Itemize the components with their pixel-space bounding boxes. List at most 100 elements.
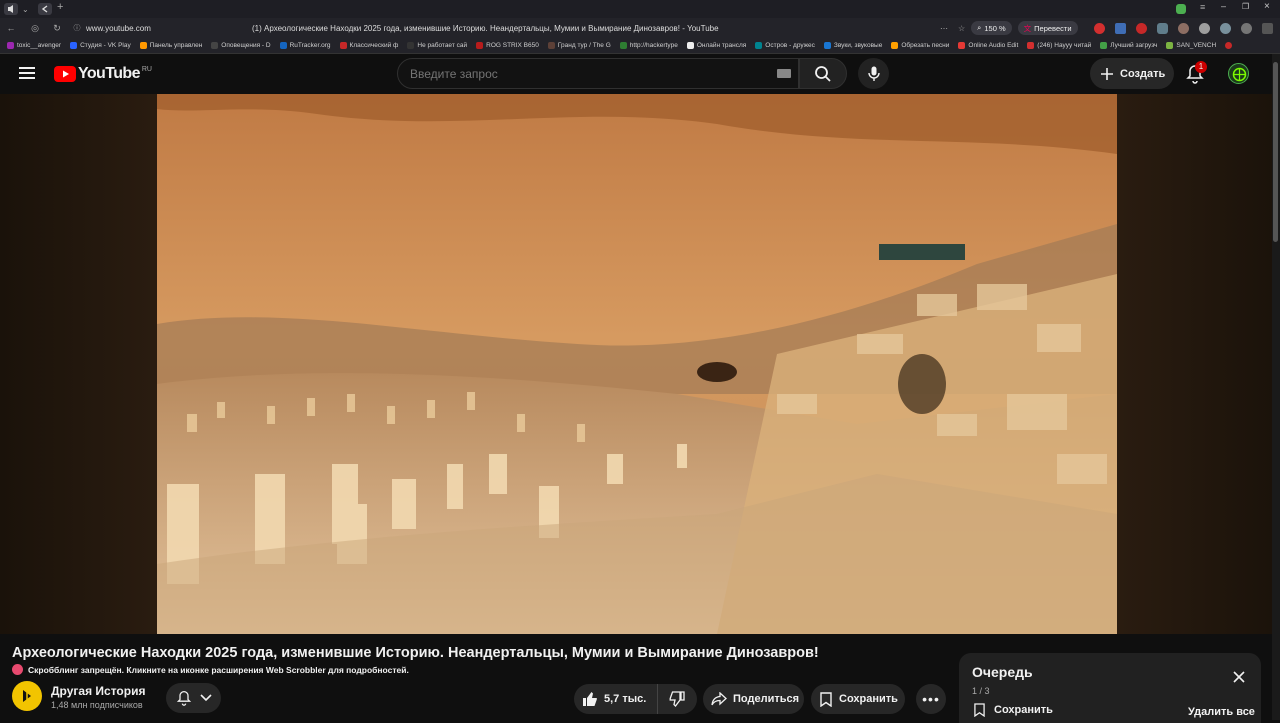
scrollbar-thumb[interactable] bbox=[1273, 62, 1278, 242]
share-label: Поделиться bbox=[733, 693, 800, 705]
youtube-logo[interactable]: YouTube RU bbox=[54, 65, 152, 83]
pinned-tab[interactable] bbox=[38, 3, 52, 15]
share-button[interactable]: Поделиться bbox=[703, 684, 804, 714]
bookmark-item[interactable]: (246) Наууу читай bbox=[1027, 42, 1091, 49]
url-text[interactable]: www.youtube.com bbox=[86, 24, 236, 33]
site-info-icon[interactable]: ⓘ bbox=[70, 21, 84, 35]
bookmark-star-icon[interactable]: ☆ bbox=[958, 24, 965, 33]
subscription-bell-button[interactable] bbox=[166, 683, 221, 713]
close-icon bbox=[1233, 671, 1245, 683]
hamburger-menu-icon[interactable] bbox=[19, 66, 35, 80]
create-button[interactable]: Создать bbox=[1090, 58, 1174, 89]
more-dots-icon[interactable]: ⋯ bbox=[940, 24, 948, 33]
restore-icon[interactable]: ❐ bbox=[1242, 2, 1249, 11]
plus-icon bbox=[1101, 67, 1113, 80]
extension-icon-7[interactable] bbox=[1219, 22, 1231, 34]
reload-icon[interactable]: ↻ bbox=[50, 21, 64, 35]
speaker-tab-icon[interactable] bbox=[4, 3, 18, 15]
bookmark-label: Классический ф bbox=[349, 42, 399, 49]
dislike-button[interactable] bbox=[658, 684, 696, 714]
microphone-icon bbox=[867, 66, 880, 81]
bookmark-item[interactable]: Обрезать песни bbox=[891, 42, 949, 49]
bookmark-item[interactable]: Панель управлен bbox=[139, 42, 202, 49]
bookmark-overflow-icon[interactable] bbox=[1225, 42, 1235, 49]
desert-temple-ruins-image bbox=[157, 94, 1117, 634]
new-tab-plus-icon[interactable]: + bbox=[57, 1, 63, 13]
save-button[interactable]: Сохранить bbox=[811, 684, 905, 714]
youtube-play-logo-icon bbox=[54, 66, 76, 82]
more-actions-button[interactable]: ••• bbox=[916, 684, 946, 714]
search-input[interactable] bbox=[410, 65, 750, 83]
close-queue-button[interactable] bbox=[1233, 671, 1245, 683]
channel-logo-icon bbox=[23, 690, 31, 702]
bookmark-favicon-icon bbox=[1100, 42, 1108, 49]
zoom-value: 150 % bbox=[984, 23, 1006, 33]
bookmark-item[interactable]: ROG STRIX B650 bbox=[476, 42, 539, 49]
bookmark-item[interactable]: SAN_VENCH bbox=[1166, 42, 1216, 49]
forward-icon[interactable]: ◎ bbox=[28, 21, 42, 35]
bookmark-favicon-icon bbox=[547, 42, 555, 49]
more-dots-icon: ••• bbox=[922, 691, 940, 707]
delete-all-button[interactable]: Удалить все bbox=[1188, 706, 1255, 718]
thumbs-up-icon bbox=[583, 692, 597, 706]
extension-icon-8[interactable] bbox=[1240, 22, 1252, 34]
queue-position: 1 / 3 bbox=[972, 686, 990, 696]
bookmark-label: Не работает сай bbox=[417, 42, 468, 49]
extension-icon-2[interactable] bbox=[1114, 22, 1126, 34]
bookmark-favicon-icon bbox=[7, 42, 14, 49]
keyboard-icon[interactable] bbox=[777, 69, 791, 78]
page-scrollbar[interactable] bbox=[1272, 54, 1280, 720]
translate-button[interactable]: 文 Перевести bbox=[1017, 21, 1078, 35]
web-scrobbler-icon bbox=[12, 664, 23, 675]
bookmark-label: Студия - VK Play bbox=[80, 42, 131, 49]
close-window-icon[interactable]: × bbox=[1264, 1, 1270, 12]
bookmark-item[interactable]: Классический ф bbox=[339, 42, 399, 49]
bookmark-label: Обрезать песни bbox=[901, 42, 950, 49]
bookmark-item[interactable]: http://hackertype bbox=[619, 42, 678, 49]
bookmark-label: ROG STRIX B650 bbox=[486, 42, 539, 49]
browser-menu-icon[interactable]: ≡ bbox=[1200, 2, 1205, 12]
bookmark-item[interactable]: Online Audio Edit bbox=[958, 42, 1018, 49]
adblock-extension-icon[interactable] bbox=[1093, 22, 1105, 34]
bookmark-item[interactable]: Студия - VK Play bbox=[70, 42, 131, 49]
bookmark-item[interactable]: Лучший загрузч bbox=[1100, 42, 1157, 49]
bookmark-item[interactable]: Звуки, звуковые bbox=[823, 42, 882, 49]
bookmark-item[interactable]: Онлайн трансля bbox=[686, 42, 746, 49]
bookmark-item[interactable]: Оповещения - D bbox=[211, 42, 271, 49]
scrobble-notice-text: Скробблинг запрещён. Кликните на иконке … bbox=[28, 664, 409, 675]
video-player[interactable] bbox=[0, 94, 1280, 634]
bookmarks-bar: toxic__avenger Студия - VK Play Панель у… bbox=[0, 38, 1280, 54]
bookmark-label: RuTracker.org bbox=[289, 42, 331, 49]
bookmark-item[interactable]: Гранд тур / The G bbox=[547, 42, 611, 49]
search-button[interactable] bbox=[799, 58, 847, 89]
tab-menu-chevron-icon[interactable]: ⌄ bbox=[22, 5, 29, 14]
share-icon bbox=[711, 692, 727, 706]
zoom-badge[interactable]: ⌕ 150 % bbox=[971, 21, 1012, 35]
queue-save-label: Сохранить bbox=[994, 704, 1053, 716]
extension-icon-5[interactable] bbox=[1177, 22, 1189, 34]
extension-icon-6[interactable] bbox=[1198, 22, 1210, 34]
bookmark-item[interactable]: Остров - дружес bbox=[755, 42, 815, 49]
notifications-button[interactable]: 1 bbox=[1186, 61, 1207, 84]
shield-icon[interactable] bbox=[1156, 22, 1168, 34]
like-button[interactable]: 5,7 тыс. bbox=[574, 684, 658, 714]
queue-save-button[interactable]: Сохранить bbox=[974, 703, 1053, 717]
channel-name[interactable]: Другая История bbox=[51, 684, 145, 698]
minimize-icon[interactable]: – bbox=[1221, 1, 1226, 11]
bookmark-item[interactable]: toxic__avenger bbox=[7, 42, 61, 49]
extension-icon-3[interactable] bbox=[1135, 22, 1147, 34]
player-letterbox-right bbox=[1117, 94, 1280, 634]
back-arrow-icon[interactable]: ← bbox=[4, 21, 18, 35]
bookmark-favicon-icon bbox=[755, 42, 763, 49]
bookmark-item[interactable]: Не работает сай bbox=[407, 42, 467, 49]
bookmark-item[interactable]: RuTracker.org bbox=[279, 42, 331, 49]
video-title: Археологические Находки 2025 года, измен… bbox=[12, 645, 819, 661]
search-box[interactable] bbox=[397, 58, 799, 89]
extension-icon[interactable] bbox=[1176, 4, 1186, 14]
channel-avatar[interactable] bbox=[12, 681, 42, 711]
voice-search-button[interactable] bbox=[858, 58, 889, 89]
bookmark-favicon-icon bbox=[686, 42, 694, 49]
avatar[interactable] bbox=[1228, 63, 1249, 84]
download-icon[interactable] bbox=[1261, 22, 1273, 34]
bookmark-favicon-icon bbox=[279, 42, 287, 49]
